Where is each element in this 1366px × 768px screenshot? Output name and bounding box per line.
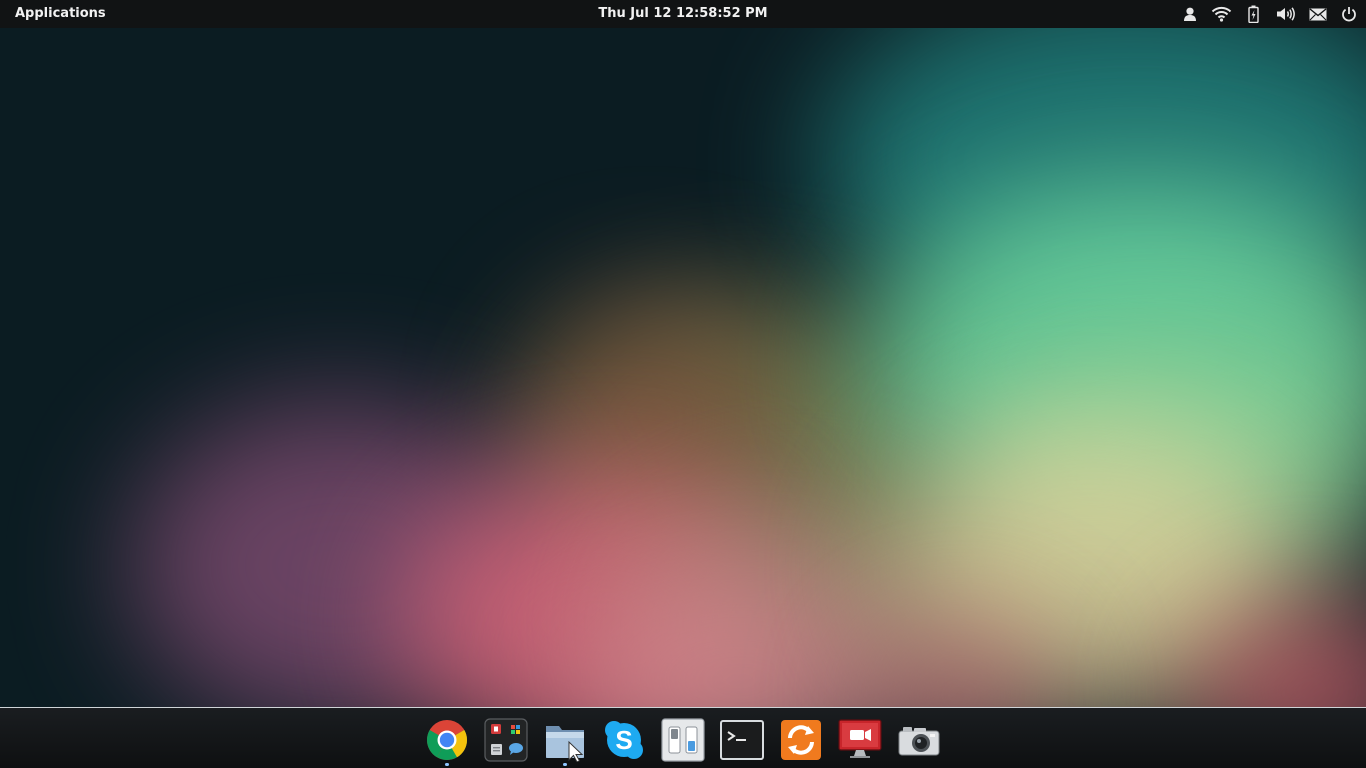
- dock: S: [0, 707, 1366, 768]
- screenshot-camera-icon[interactable]: [897, 718, 941, 762]
- running-indicator: [445, 763, 449, 766]
- power-icon[interactable]: [1340, 5, 1358, 23]
- panel-clock[interactable]: Thu Jul 12 12:58:52 PM: [598, 6, 767, 21]
- files-icon[interactable]: [543, 718, 587, 762]
- battery-icon[interactable]: [1244, 5, 1262, 23]
- wifi-icon[interactable]: [1210, 5, 1232, 23]
- running-indicator: [563, 763, 567, 766]
- top-panel: Applications Thu Jul 12 12:58:52 PM: [0, 0, 1366, 28]
- desktop-wallpaper: [0, 0, 1366, 768]
- user-icon[interactable]: [1181, 5, 1199, 23]
- terminal-icon[interactable]: [720, 718, 764, 762]
- applications-menu-button[interactable]: Applications: [15, 6, 106, 21]
- mail-icon[interactable]: [1308, 5, 1328, 23]
- update-manager-icon[interactable]: [779, 718, 823, 762]
- app-launcher-icon[interactable]: [484, 718, 528, 762]
- volume-icon[interactable]: [1275, 5, 1297, 23]
- svg-text:S: S: [615, 725, 632, 755]
- screen-recorder-icon[interactable]: [838, 718, 882, 762]
- skype-icon[interactable]: S: [602, 718, 646, 762]
- chrome-icon[interactable]: [425, 718, 469, 762]
- switchboard-icon[interactable]: [661, 718, 705, 762]
